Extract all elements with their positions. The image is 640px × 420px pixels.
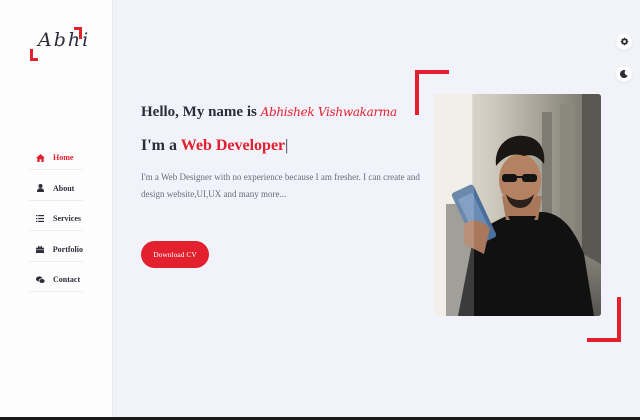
role-prefix: I'm a [141,137,177,154]
sidebar-item-label: About [53,183,75,193]
profile-photo-container [415,70,621,342]
role-highlight: Web Developer [180,137,286,154]
sidebar-item-label: Contact [53,275,81,284]
sidebar-item-label: Services [53,214,81,223]
sidebar-item-label: Home [53,153,74,162]
hero-role: I'm a Web Developer| [141,137,431,155]
logo[interactable]: Abhi [30,27,88,61]
sidebar-item-home[interactable]: Home [29,146,83,170]
hero-name: Abhishek Vishwakarma [260,105,398,119]
sidebar: Abhi Home About Services Portfolio Conta… [0,0,113,418]
profile-photo [434,94,601,316]
gear-icon [620,33,629,51]
typing-caret: | [285,137,289,154]
sidebar-item-portfolio[interactable]: Portfolio [29,238,83,262]
hero-section: Hello, My name is Abhishek Vishwakarma I… [141,104,431,268]
hero-greeting: Hello, My name is Abhishek Vishwakarma [141,104,431,121]
chat-icon [33,275,47,284]
sidebar-item-contact[interactable]: Contact [29,268,83,292]
moon-icon [620,65,628,83]
sidebar-nav: Home About Services Portfolio Contact [29,146,83,299]
sidebar-item-about[interactable]: About [29,177,83,201]
sidebar-item-label: Portfolio [52,244,83,254]
download-cv-button[interactable]: Download CV [141,241,209,268]
logo-text: Abhi [38,29,91,51]
user-icon [33,184,47,192]
briefcase-icon [33,245,47,253]
hero-description: I'm a Web Designer with no experience be… [141,172,420,199]
greeting-text: Hello, My name is [141,104,257,120]
home-icon [33,153,47,162]
logo-corner-bottom-left [30,49,38,61]
sidebar-item-services[interactable]: Services [29,207,83,231]
list-icon [33,215,47,222]
settings-button[interactable] [616,34,632,50]
